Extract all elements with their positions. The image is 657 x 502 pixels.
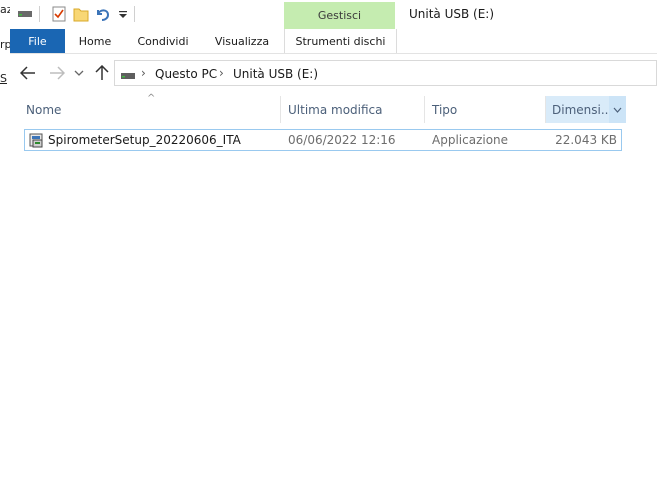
column-header-modified-label: Ultima modifica (288, 102, 383, 117)
column-header-size-label: Dimensi... (552, 102, 613, 117)
background-text: S (0, 72, 7, 85)
column-header-modified[interactable]: Ultima modifica (288, 96, 426, 123)
column-header-type[interactable]: Tipo (432, 96, 542, 123)
window-title: Unità USB (E:) (409, 7, 495, 21)
column-headers: ^ Nome Ultima modifica Tipo Dimensi... (10, 93, 627, 123)
file-list-empty-area[interactable] (10, 155, 657, 502)
contextual-tab-group-label: Gestisci (284, 2, 395, 29)
column-header-type-label: Tipo (432, 102, 458, 117)
tab-share[interactable]: Condividi (128, 29, 198, 53)
drive-icon (121, 69, 135, 83)
drive-icon[interactable] (16, 5, 34, 23)
column-header-size[interactable]: Dimensi... (546, 96, 613, 123)
column-header-name-label: Nome (26, 102, 62, 117)
breadcrumb-usb-drive[interactable]: Unità USB (E:) (233, 67, 318, 81)
forward-arrow-icon[interactable] (47, 63, 67, 83)
title-bar: Gestisci Unità USB (E:) (10, 0, 657, 29)
file-row[interactable]: SpirometerSetup_20220606_ITA 06/06/2022 … (24, 129, 622, 151)
file-modified: 06/06/2022 12:16 (288, 133, 396, 147)
installer-application-icon (29, 132, 45, 148)
tab-file[interactable]: File (10, 29, 65, 53)
file-type: Applicazione (432, 133, 509, 147)
back-arrow-icon[interactable] (18, 63, 38, 83)
breadcrumb-this-pc[interactable]: Questo PC (155, 67, 217, 81)
address-bar[interactable]: › Questo PC › Unità USB (E:) (114, 60, 657, 86)
file-size: 22.043 KB (555, 133, 617, 147)
file-name: SpirometerSetup_20220606_ITA (48, 133, 241, 147)
customize-dropdown-icon[interactable] (114, 5, 132, 23)
tab-home[interactable]: Home (68, 29, 122, 53)
ribbon-tabs: File Home Condividi Visualizza Strumenti… (10, 29, 657, 54)
undo-icon[interactable] (94, 5, 112, 23)
navigation-bar: › Questo PC › Unità USB (E:) (10, 54, 657, 92)
background-window-edge: az rp S (0, 0, 13, 502)
recent-locations-chevron-down-icon[interactable] (72, 63, 86, 83)
tab-drive-tools[interactable]: Strumenti dischi (284, 29, 397, 53)
breadcrumb-separator-icon[interactable]: › (219, 66, 224, 80)
new-folder-icon[interactable] (72, 5, 90, 23)
breadcrumb-separator-icon[interactable]: › (141, 66, 146, 80)
up-arrow-icon[interactable] (92, 63, 112, 83)
properties-check-icon[interactable] (50, 5, 68, 23)
column-filter-chevron-down-icon[interactable] (609, 96, 626, 123)
tab-view[interactable]: Visualizza (206, 29, 278, 53)
column-header-name[interactable]: Nome (26, 96, 276, 123)
